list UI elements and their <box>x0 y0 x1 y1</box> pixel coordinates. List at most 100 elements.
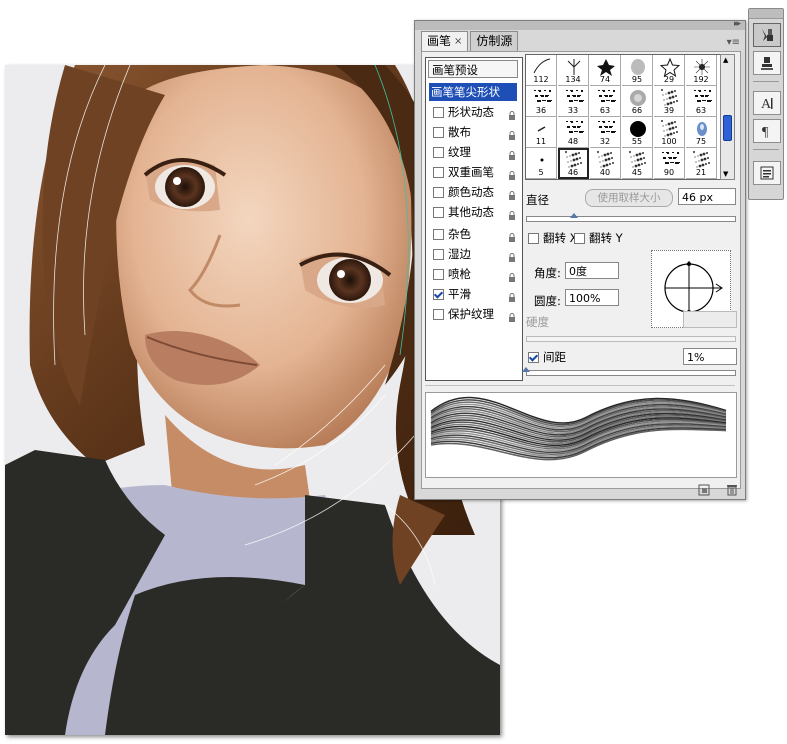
brush-tip-cell[interactable]: 46 <box>558 148 589 179</box>
diameter-slider[interactable] <box>526 216 736 222</box>
close-icon[interactable]: × <box>454 32 462 51</box>
lock-icon[interactable] <box>508 107 516 120</box>
lock-icon[interactable] <box>508 127 516 140</box>
brush-tip-cell[interactable]: 95 <box>622 55 653 86</box>
option-checkbox[interactable] <box>433 106 444 118</box>
spacing-field[interactable]: 1% <box>683 348 737 365</box>
brush-tip-cell[interactable]: 66 <box>622 86 653 117</box>
brush-tip-cell[interactable]: 74 <box>590 55 621 86</box>
option-checkbox[interactable] <box>433 186 444 198</box>
lock-icon[interactable] <box>508 269 516 282</box>
lock-icon[interactable] <box>508 187 516 200</box>
brush-tip-cell[interactable]: 134 <box>558 55 589 86</box>
option-item-11[interactable]: 保护纹理 <box>429 305 519 323</box>
spacing-option[interactable]: 间距 <box>524 349 566 365</box>
brush-tip-cell[interactable]: 29 <box>654 55 685 86</box>
option-item-5[interactable]: 颜色动态 <box>429 183 519 201</box>
brush-tip-icon <box>629 151 646 168</box>
option-item-9[interactable]: 喷枪 <box>429 265 519 283</box>
brush-tip-cell[interactable]: 192 <box>686 55 717 86</box>
angle-field[interactable]: 0度 <box>565 262 619 279</box>
dock-grip[interactable] <box>749 9 783 19</box>
brush-tip-cell[interactable]: 45 <box>622 148 653 179</box>
paragraph-icon[interactable]: ¶ <box>753 119 781 143</box>
trash-icon[interactable] <box>725 484 739 496</box>
spacing-slider-knob[interactable] <box>522 367 530 372</box>
flip-y-option[interactable]: 翻转 Y <box>570 230 623 246</box>
brush-tip-icon <box>631 59 645 75</box>
brush-tip-cell[interactable]: 21 <box>686 148 717 179</box>
flip-y-checkbox[interactable] <box>574 232 585 244</box>
option-checkbox[interactable] <box>433 248 444 260</box>
brush-tip-icon <box>697 122 707 136</box>
brush-tip-cell[interactable]: 11 <box>526 117 557 148</box>
option-item-7[interactable]: 杂色 <box>429 225 519 243</box>
brush-tip-cell[interactable]: 48 <box>558 117 589 148</box>
option-item-4[interactable]: 双重画笔 <box>429 163 519 181</box>
brush-tip-cell[interactable]: 39 <box>654 86 685 117</box>
scroll-up-icon[interactable]: ▲ <box>723 56 728 64</box>
option-item-8[interactable]: 湿边 <box>429 245 519 263</box>
brush-tip-cell[interactable]: 100 <box>654 117 685 148</box>
option-label: 形状动态 <box>448 105 494 119</box>
svg-text:A: A <box>761 97 772 111</box>
character-icon[interactable]: A <box>753 91 781 115</box>
brush-tip-cell[interactable]: 32 <box>590 117 621 148</box>
lock-icon[interactable] <box>508 229 516 242</box>
diameter-field[interactable]: 46 px <box>678 188 736 205</box>
option-checkbox[interactable] <box>433 308 444 320</box>
use-sample-size-button[interactable]: 使用取样大小 <box>585 189 673 207</box>
brush-tip-grid[interactable]: 112 134 74 95 29 192 36 33 63 66 39 63 11 48 32 55 100 75… <box>525 54 721 180</box>
spacing-checkbox[interactable] <box>528 351 539 363</box>
brush-tip-cell[interactable]: 112 <box>526 55 557 86</box>
option-item-10[interactable]: 平滑 <box>429 285 519 303</box>
brush-tip-cell[interactable]: 40 <box>590 148 621 179</box>
option-item-6[interactable]: 其他动态 <box>429 203 519 221</box>
option-checkbox[interactable] <box>433 126 444 138</box>
brush-grid-scrollbar[interactable]: ▲ ▼ <box>720 54 735 180</box>
brush-tip-cell[interactable]: 5 <box>526 148 557 179</box>
brush-tip-cell[interactable]: 90 <box>654 148 685 179</box>
brush-tip-cell[interactable]: 36 <box>526 86 557 117</box>
tab-brush[interactable]: 画笔 × <box>421 31 469 51</box>
brush-tip-cell[interactable]: 63 <box>590 86 621 117</box>
brush-size-label: 55 <box>631 137 643 146</box>
flip-x-checkbox[interactable] <box>528 232 539 244</box>
option-checkbox[interactable] <box>433 206 444 218</box>
option-item-0[interactable]: 画笔笔尖形状 <box>429 83 517 101</box>
notes-icon[interactable] <box>753 161 781 185</box>
option-item-2[interactable]: 散布 <box>429 123 519 141</box>
option-checkbox[interactable] <box>433 288 444 300</box>
new-preset-icon[interactable] <box>697 484 711 496</box>
option-item-3[interactable]: 纹理 <box>429 143 519 161</box>
panel-titlebar[interactable]: ▸▸ <box>415 19 745 30</box>
lock-icon[interactable] <box>508 207 516 220</box>
lock-icon[interactable] <box>508 147 516 160</box>
collapse-icon[interactable]: ▸▸ <box>734 19 741 29</box>
roundness-field[interactable]: 100% <box>565 289 619 306</box>
brush-tip-cell[interactable]: 33 <box>558 86 589 117</box>
scroll-down-icon[interactable]: ▼ <box>723 170 728 178</box>
lock-icon[interactable] <box>508 249 516 262</box>
scroll-thumb[interactable] <box>723 115 732 141</box>
option-checkbox[interactable] <box>433 166 444 178</box>
brush-size-label: 112 <box>533 75 549 84</box>
brush-presets-button[interactable]: 画笔预设 <box>428 60 518 78</box>
option-item-1[interactable]: 形状动态 <box>429 103 519 121</box>
brush-tip-cell[interactable]: 63 <box>686 86 717 117</box>
spacing-slider[interactable] <box>526 370 736 376</box>
lock-icon[interactable] <box>508 309 516 322</box>
clone-stamp-icon[interactable] <box>753 51 781 75</box>
option-checkbox[interactable] <box>433 146 444 158</box>
lock-icon[interactable] <box>508 289 516 302</box>
option-checkbox[interactable] <box>433 268 444 280</box>
brush-tip-cell[interactable]: 55 <box>622 117 653 148</box>
lock-icon[interactable] <box>508 167 516 180</box>
diameter-slider-knob[interactable] <box>570 213 578 218</box>
option-checkbox[interactable] <box>433 228 444 240</box>
brush-size-label: 45 <box>631 168 643 177</box>
panel-menu-icon[interactable]: ▾≡ <box>727 37 740 48</box>
brush-tool-icon[interactable] <box>753 23 781 47</box>
brush-tip-cell[interactable]: 75 <box>686 117 717 148</box>
tab-clone-source[interactable]: 仿制源 <box>470 31 519 51</box>
